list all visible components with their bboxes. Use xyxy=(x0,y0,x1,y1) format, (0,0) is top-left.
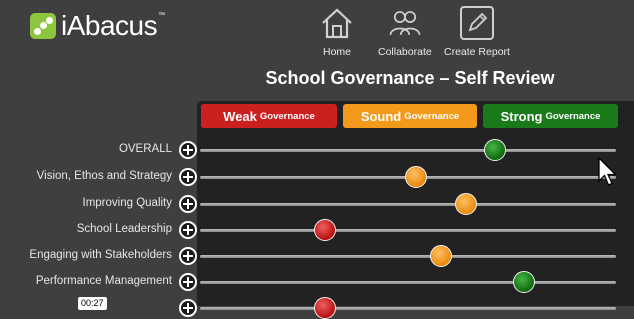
nav-create-report[interactable]: Create Report xyxy=(444,6,510,58)
mouse-cursor-icon xyxy=(598,157,618,186)
rating-marker[interactable] xyxy=(484,139,507,161)
rating-row-stakeholders: Engaging with Stakeholders xyxy=(0,245,634,267)
rating-marker[interactable] xyxy=(313,297,336,319)
timestamp-tooltip: 00:27 xyxy=(78,297,107,310)
expand-plus-icon[interactable] xyxy=(179,195,197,213)
strong-governance-badge: Strong Governance xyxy=(483,104,618,128)
nav-collaborate-label[interactable]: Collaborate xyxy=(378,46,432,58)
expand-plus-icon[interactable] xyxy=(179,273,197,291)
logo-mark-icon xyxy=(30,13,56,39)
row-label: School Leadership xyxy=(76,223,172,235)
expand-plus-icon[interactable] xyxy=(179,299,197,317)
rating-slider-track[interactable] xyxy=(200,297,616,319)
rating-slider-track[interactable] xyxy=(200,193,616,215)
expand-plus-icon[interactable] xyxy=(179,221,197,239)
expand-plus-icon[interactable] xyxy=(179,168,197,186)
row-label: Improving Quality xyxy=(82,197,172,209)
expand-plus-icon[interactable] xyxy=(179,141,197,159)
rating-slider-track[interactable] xyxy=(200,245,616,267)
home-icon[interactable] xyxy=(320,6,354,40)
row-label: Engaging with Stakeholders xyxy=(29,249,172,261)
sound-badge-sub: Governance xyxy=(404,110,460,122)
strong-badge-main: Strong xyxy=(500,108,543,124)
logo-text: iAbacus xyxy=(61,10,158,41)
rating-row-improving-quality: Improving Quality xyxy=(0,193,634,215)
rating-slider-track[interactable] xyxy=(200,166,616,188)
page-title: School Governance – Self Review xyxy=(265,68,555,88)
rating-row-vision: Vision, Ethos and Strategy xyxy=(0,166,634,188)
weak-badge-main: Weak xyxy=(223,108,257,124)
row-label: Vision, Ethos and Strategy xyxy=(36,170,172,182)
rating-slider-track[interactable] xyxy=(200,139,616,161)
rating-marker[interactable] xyxy=(455,193,478,215)
weak-governance-badge: Weak Governance xyxy=(201,104,337,128)
nav-create-report-label[interactable]: Create Report xyxy=(444,46,510,58)
sound-governance-badge: Sound Governance xyxy=(343,104,477,128)
rating-slider-track[interactable] xyxy=(200,271,616,293)
trademark-mark: ™ xyxy=(158,12,165,19)
users-icon[interactable] xyxy=(388,6,422,40)
expand-plus-icon[interactable] xyxy=(179,247,197,265)
rating-row-overall: OVERALL xyxy=(0,139,634,161)
iabacus-logo: iAbacus™ xyxy=(30,12,165,40)
rating-row-performance: Performance Management xyxy=(0,271,634,293)
nav-home-label[interactable]: Home xyxy=(323,46,351,58)
row-label: Performance Management xyxy=(35,275,172,287)
rating-marker[interactable] xyxy=(313,219,336,241)
weak-badge-sub: Governance xyxy=(259,110,315,122)
rating-row-school-leadership: School Leadership xyxy=(0,219,634,241)
row-label: OVERALL xyxy=(118,143,172,155)
edit-report-icon[interactable] xyxy=(459,6,494,40)
nav-home[interactable]: Home xyxy=(320,6,354,58)
sound-badge-main: Sound xyxy=(360,108,402,124)
rating-slider-track[interactable] xyxy=(200,219,616,241)
strong-badge-sub: Governance xyxy=(545,110,601,122)
rating-marker[interactable] xyxy=(513,271,536,293)
rating-marker[interactable] xyxy=(405,166,428,188)
nav-collaborate[interactable]: Collaborate xyxy=(378,6,432,58)
rating-marker[interactable] xyxy=(430,245,453,267)
